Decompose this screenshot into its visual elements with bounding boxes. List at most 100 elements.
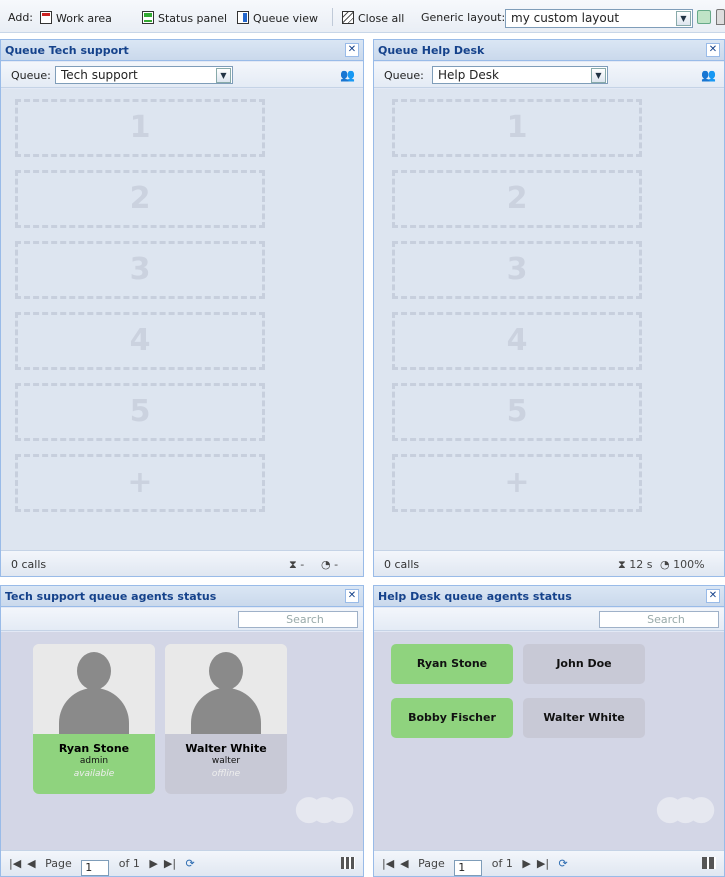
first-page-icon[interactable]: |◀ — [9, 857, 21, 870]
queue-label: Queue: — [384, 69, 424, 82]
tile-view-icon[interactable] — [702, 857, 716, 869]
page-input[interactable]: 1 — [81, 860, 110, 876]
wait-time: ⧗ - — [289, 558, 304, 572]
call-slot[interactable]: 4 — [15, 312, 265, 370]
agents-area: Ryan Stone admin available Walter White … — [1, 632, 363, 850]
queue-panel-tech-support: Queue Tech support ✕ Queue: Tech support… — [0, 39, 364, 577]
call-slot[interactable]: 3 — [15, 241, 265, 299]
service-level-value: - — [334, 558, 339, 571]
call-slot[interactable]: 3 — [392, 241, 642, 299]
queue-slots-area: 1 2 3 4 5 + — [374, 89, 724, 550]
pager-toolbar: |◀ ◀ Page 1 of 1 ▶ ▶| ⟳ — [1, 850, 363, 876]
slot-number: 5 — [506, 394, 528, 429]
first-page-icon[interactable]: |◀ — [382, 857, 394, 870]
slot-number: 2 — [506, 181, 528, 216]
agent-tile[interactable]: Bobby Fischer — [391, 698, 513, 738]
slot-number: 3 — [506, 252, 528, 287]
chevron-down-icon[interactable]: ▼ — [591, 68, 606, 83]
refresh-icon[interactable]: ⟳ — [559, 857, 568, 870]
agents-icon[interactable]: 👥 — [340, 68, 355, 82]
queue-select[interactable]: Tech support ▼ — [55, 66, 233, 84]
panel-header: Tech support queue agents status ✕ — [1, 586, 363, 607]
last-page-icon[interactable]: ▶| — [537, 857, 549, 870]
layout-select-value: my custom layout — [511, 11, 620, 25]
layout-label: Generic layout: — [421, 11, 506, 24]
queue-select[interactable]: Help Desk ▼ — [432, 66, 608, 84]
call-slot[interactable]: 2 — [15, 170, 265, 228]
agent-username: admin — [79, 756, 109, 766]
call-slot[interactable]: 1 — [15, 99, 265, 157]
call-slot[interactable]: 4 — [392, 312, 642, 370]
wait-time-value: - — [300, 558, 305, 571]
agents-panel-tech-support: Tech support queue agents status ✕ Searc… — [0, 585, 364, 877]
agent-status: offline — [211, 769, 241, 779]
close-icon[interactable]: ✕ — [345, 589, 359, 603]
service-level: ◔ 100% — [660, 558, 705, 571]
call-slot[interactable]: 5 — [15, 383, 265, 441]
slot-number: 4 — [506, 323, 528, 358]
refresh-icon[interactable]: ⟳ — [186, 857, 195, 870]
page-count: of 1 — [491, 857, 513, 870]
next-page-icon[interactable]: ▶ — [149, 857, 157, 870]
avatar-body-icon — [59, 688, 129, 734]
agent-tile[interactable]: John Doe — [523, 644, 645, 684]
work-area-icon — [40, 11, 52, 24]
chevron-down-icon[interactable]: ▼ — [676, 11, 691, 26]
search-input[interactable]: Search — [238, 611, 358, 628]
pager: |◀ ◀ Page 1 of 1 ▶ ▶| ⟳ — [9, 857, 201, 876]
agent-info: Walter White walter offline — [165, 734, 287, 794]
close-all-button[interactable]: Close all — [342, 11, 404, 25]
panel-header: Queue Tech support ✕ — [1, 40, 363, 61]
queue-label: Queue: — [11, 69, 51, 82]
agent-status: available — [73, 769, 115, 779]
call-slot[interactable]: 5 — [392, 383, 642, 441]
chevron-down-icon[interactable]: ▼ — [216, 68, 231, 83]
agent-tile[interactable]: Walter White — [523, 698, 645, 738]
add-queue-view-button[interactable]: Queue view — [237, 11, 318, 25]
add-slot[interactable]: + — [15, 454, 265, 512]
layout-select[interactable]: my custom layout ▼ — [505, 9, 693, 28]
slot-number: 1 — [506, 110, 528, 145]
agent-info: Ryan Stone admin available — [33, 734, 155, 794]
agents-icon[interactable]: 👥 — [701, 68, 716, 82]
panel-title: Tech support queue agents status — [5, 590, 217, 603]
status-panel-icon — [142, 11, 154, 24]
pager-toolbar: |◀ ◀ Page 1 of 1 ▶ ▶| ⟳ — [374, 850, 724, 876]
pager: |◀ ◀ Page 1 of 1 ▶ ▶| ⟳ — [382, 857, 574, 876]
add-status-panel-button[interactable]: Status panel — [142, 11, 227, 25]
agent-name: Walter White — [185, 742, 267, 755]
prev-page-icon[interactable]: ◀ — [27, 857, 35, 870]
agent-username: walter — [211, 756, 241, 766]
avatar — [33, 644, 155, 734]
agent-tile[interactable]: Ryan Stone — [391, 644, 513, 684]
prev-page-icon[interactable]: ◀ — [400, 857, 408, 870]
close-icon[interactable]: ✕ — [706, 43, 720, 57]
trash-icon[interactable] — [716, 9, 725, 25]
panel-header: Queue Help Desk ✕ — [374, 40, 724, 61]
page-label: Page — [418, 857, 445, 870]
close-icon[interactable]: ✕ — [345, 43, 359, 57]
slot-number: 4 — [129, 323, 151, 358]
search-input[interactable]: Search — [599, 611, 719, 628]
agent-card[interactable]: Ryan Stone admin available — [33, 644, 155, 794]
agents-area: Ryan Stone John Doe Bobby Fischer Walter… — [374, 632, 724, 850]
grid-view-icon[interactable] — [341, 857, 355, 869]
search-bar: Search — [374, 608, 724, 631]
add-slot[interactable]: + — [392, 454, 642, 512]
search-bar: Search — [1, 608, 363, 631]
slot-number: 1 — [129, 110, 151, 145]
add-work-area-button[interactable]: Work area — [40, 11, 112, 25]
agent-card[interactable]: Walter White walter offline — [165, 644, 287, 794]
close-icon[interactable]: ✕ — [706, 589, 720, 603]
queue-selector-bar: Queue: Help Desk ▼ 👥 — [374, 62, 724, 88]
save-layout-icon[interactable] — [697, 10, 711, 24]
panel-title: Queue Tech support — [5, 44, 129, 57]
slot-number: 3 — [129, 252, 151, 287]
calls-count: 0 calls — [384, 558, 420, 571]
call-slot[interactable]: 1 — [392, 99, 642, 157]
call-slot[interactable]: 2 — [392, 170, 642, 228]
last-page-icon[interactable]: ▶| — [164, 857, 176, 870]
next-page-icon[interactable]: ▶ — [522, 857, 530, 870]
page-input[interactable]: 1 — [454, 860, 483, 876]
agent-name: Ryan Stone — [58, 742, 130, 755]
